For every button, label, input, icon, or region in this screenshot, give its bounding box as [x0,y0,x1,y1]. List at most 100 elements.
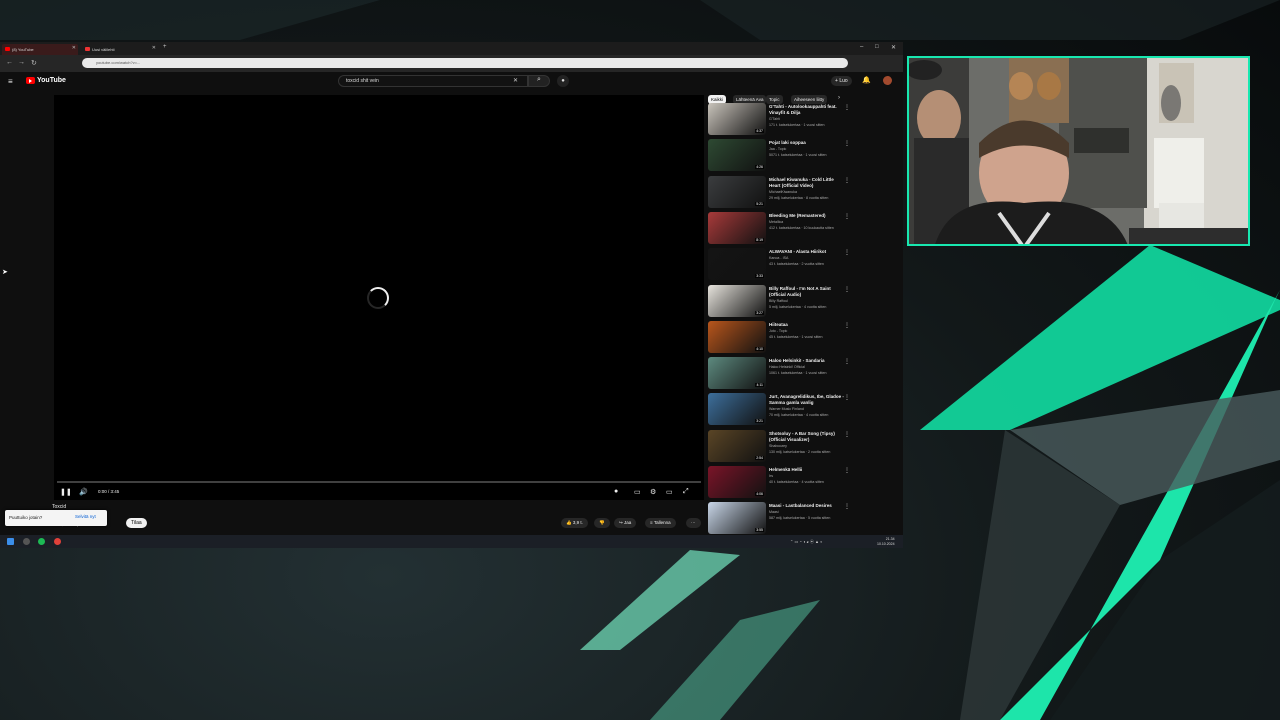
close-tab-icon[interactable]: ✕ [72,45,76,51]
minimize-icon[interactable]: – [860,44,863,50]
taskbar-clock[interactable]: 21.34 10.10.2024 [877,537,895,546]
recommendation-item[interactable]: 3:55 Maasi - Lastbalanced Desires Maasi 587… [707,502,899,535]
channel-name[interactable]: Shaboozey [769,444,849,448]
avatar[interactable] [883,76,892,85]
system-tray-icons[interactable]: ⌃ ▭ ◔ ◑ ◕ ⦿ ▲ ◐ [790,539,823,545]
notifications-icon[interactable]: 🔔 [862,76,871,84]
channel-name[interactable]: Metallica [769,220,849,224]
video-thumbnail[interactable]: 3:55 [708,502,766,535]
more-options-icon[interactable]: ⋮ [844,358,850,365]
pause-icon[interactable]: ❚❚ [60,488,72,496]
more-options-icon[interactable]: ⋮ [844,467,850,474]
channel-name[interactable]: G'Tahti [769,117,849,121]
tab-youtube[interactable]: (8) YouTube ✕ [2,44,78,55]
channel-name[interactable]: Irs [769,474,849,478]
subtitles-icon[interactable]: ▭ [634,488,641,496]
forward-icon[interactable]: → [18,59,25,66]
save-button[interactable]: ≡ Tallenna [645,518,676,528]
chevron-right-icon[interactable]: › [838,95,840,101]
channel-name[interactable]: Jaa - Topic [769,147,849,151]
dislike-button[interactable]: 👎 [594,518,610,528]
more-options-icon[interactable]: ⋮ [844,431,850,438]
youtube-logo-icon[interactable] [26,77,35,84]
reload-icon[interactable]: ↻ [31,59,37,67]
video-thumbnail[interactable]: 8:19 [708,211,766,244]
more-actions-icon[interactable]: ⋯ [686,518,701,528]
recommendation-item[interactable]: 4:37 G'Tahti - Autolookauppahti feat. Vin… [707,103,899,137]
video-thumbnail[interactable]: 3:27 [708,284,766,317]
new-tab-button[interactable]: + [163,44,167,50]
channel-name[interactable]: Haloo Helsinki! Official [769,365,849,369]
video-thumbnail[interactable]: 2:54 [708,429,766,462]
video-thumbnail[interactable]: 3:21 [708,393,766,426]
voice-search-icon[interactable]: ● [557,75,569,87]
more-options-icon[interactable]: ⋮ [844,177,850,184]
more-options-icon[interactable]: ⋮ [844,140,850,147]
recommendation-item[interactable]: 4:10 Hiiteataa Juto - Topic 45 t. katseluke… [707,320,899,355]
search-button[interactable]: ⌕ [528,75,550,87]
video-title[interactable]: ALWAVANI - Alasta Hiirikot [769,249,845,255]
more-options-icon[interactable]: ⋮ [844,104,850,111]
volume-icon[interactable]: 🔊 [79,488,88,496]
like-button[interactable]: 👍 3,9 t. [561,518,588,528]
fullscreen-icon[interactable]: ⤢ [683,488,689,496]
more-options-icon[interactable]: ⋮ [844,213,850,220]
progress-bar[interactable] [57,481,701,483]
video-title[interactable]: Shotsoluy - A Bar Song (Tipsy) (Official… [769,431,845,443]
recommendation-item[interactable]: 2:54 Shotsoluy - A Bar Song (Tipsy) (Offi… [707,429,899,464]
youtube-brand[interactable]: YouTube [37,77,66,84]
channel-name[interactable]: Juto - Topic [769,329,849,333]
more-options-icon[interactable]: ⋮ [844,286,850,293]
video-title[interactable]: Jurt, Avanagrelidikus, Ibe, Gladoe - Sam… [769,394,845,406]
more-options-icon[interactable]: ⋮ [844,503,850,510]
video-title[interactable]: Maasi - Lastbalanced Desires [769,503,845,509]
channel-name[interactable]: MichaelKiwanuka [769,190,849,194]
tab-new[interactable]: Uusi välilehti ✕ [82,44,158,55]
close-window-icon[interactable]: ✕ [891,44,896,51]
video-title[interactable]: Helmenkä Hellii [769,467,845,473]
video-thumbnail[interactable]: 4:11 [708,357,766,390]
channel-name[interactable]: Maasi [769,510,849,514]
recommendation-item[interactable]: 3:21 Jurt, Avanagrelidikus, Ibe, Gladoe -… [707,393,899,427]
autoplay-toggle-icon[interactable]: ● [614,488,618,495]
video-title[interactable]: Hiiteataa [769,322,845,328]
search-icon[interactable] [23,538,30,545]
video-title[interactable]: Haloo Helsinki! - Sandaria [769,358,845,364]
channel-name[interactable]: Kanoa - ISA [769,256,849,260]
video-title[interactable]: G'Tahti - Autolookauppahti feat. Vinayfi… [769,104,845,116]
video-title[interactable]: Michael Kiwanuka - Cold Little Heart (Of… [769,177,845,189]
maximize-icon[interactable]: □ [875,44,879,50]
video-title[interactable]: Billy Raffoul - I'm Not A Saint (Officia… [769,286,845,298]
recommendation-item[interactable]: 3:33 ALWAVANI - Alasta Hiirikot Kanoa - IS… [707,248,899,282]
more-options-icon[interactable]: ⋮ [844,249,850,256]
more-options-icon[interactable]: ⋮ [844,322,850,329]
video-thumbnail[interactable]: 4:10 [708,320,766,353]
recommendation-item[interactable]: 4:26 Pojat laki soppaa Jaa - Topic 5071 t. … [707,139,899,173]
browser-icon[interactable] [54,538,61,545]
popup-action-button[interactable]: Selvitä nyt [75,514,96,519]
back-icon[interactable]: ← [6,59,13,66]
url-input[interactable]: youtube.com/watch?v=... [82,58,848,68]
channel-name[interactable]: Billy Raffoul [769,299,849,303]
video-thumbnail[interactable]: 3:33 [708,248,766,281]
more-options-icon[interactable]: ⋮ [844,394,850,401]
share-button[interactable]: ↪ Jaa [614,518,637,528]
video-title[interactable]: Pojat laki soppaa [769,140,845,146]
spotify-icon[interactable] [38,538,45,545]
subscribe-button[interactable]: Tilaa [126,518,147,528]
recommendation-item[interactable]: 8:19 Bleeding Me (Remastered) Metallica 412… [707,211,899,246]
video-thumbnail[interactable]: 4:37 [708,103,766,135]
video-title[interactable]: Bleeding Me (Remastered) [769,213,845,219]
theater-mode-icon[interactable]: ▭ [666,488,673,496]
video-thumbnail[interactable]: 4:26 [708,139,766,172]
windows-start-icon[interactable] [7,538,14,545]
video-player[interactable]: ❚❚ 🔊 0:00 / 3:45 ● ▭ ⚙ ▭ ⤢ [54,95,704,500]
recommendation-item[interactable]: 5:21 Michael Kiwanuka - Cold Little Heart… [707,175,899,210]
recommendation-item[interactable]: 3:27 Billy Raffoul - I'm Not A Saint (Off… [707,284,899,319]
channel-name[interactable]: Warner Music Finland [769,407,849,411]
video-thumbnail[interactable]: 4:06 [708,466,766,498]
recommendation-item[interactable]: 4:11 Haloo Helsinki! - Sandaria Haloo Hels… [707,357,899,391]
video-thumbnail[interactable]: 5:21 [708,175,766,208]
menu-icon[interactable]: ≡ [8,77,13,86]
search-input[interactable]: toxcid shit vein ✕ [338,75,528,87]
